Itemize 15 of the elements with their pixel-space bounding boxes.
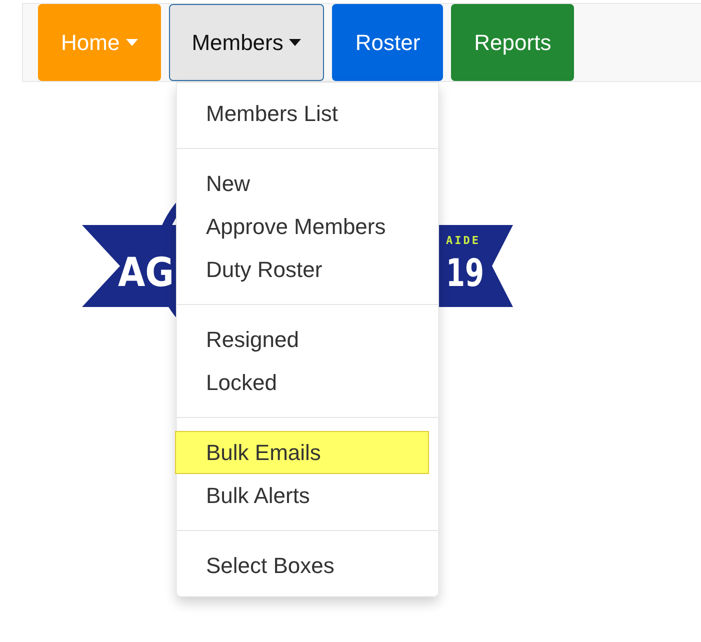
logo-text: AIDE xyxy=(446,234,480,247)
menu-item[interactable]: New xyxy=(177,162,438,205)
menu-item[interactable]: Resigned xyxy=(177,318,438,361)
menu-item[interactable]: Approve Members xyxy=(177,205,438,248)
caret-icon xyxy=(289,39,302,46)
caret-icon xyxy=(126,39,138,46)
nav-button[interactable]: Roster xyxy=(332,4,444,81)
menu-item[interactable]: Members List xyxy=(177,92,438,135)
nav-button[interactable]: Members xyxy=(168,4,324,81)
nav-button[interactable]: Reports xyxy=(451,4,574,81)
menu-item[interactable]: Select Boxes xyxy=(177,544,438,587)
menu-item[interactable]: Bulk Alerts xyxy=(177,474,438,517)
menu-item[interactable]: Locked xyxy=(177,361,438,404)
logo-text: 19 xyxy=(446,251,499,295)
menu-item[interactable]: Bulk Emails xyxy=(175,431,429,474)
